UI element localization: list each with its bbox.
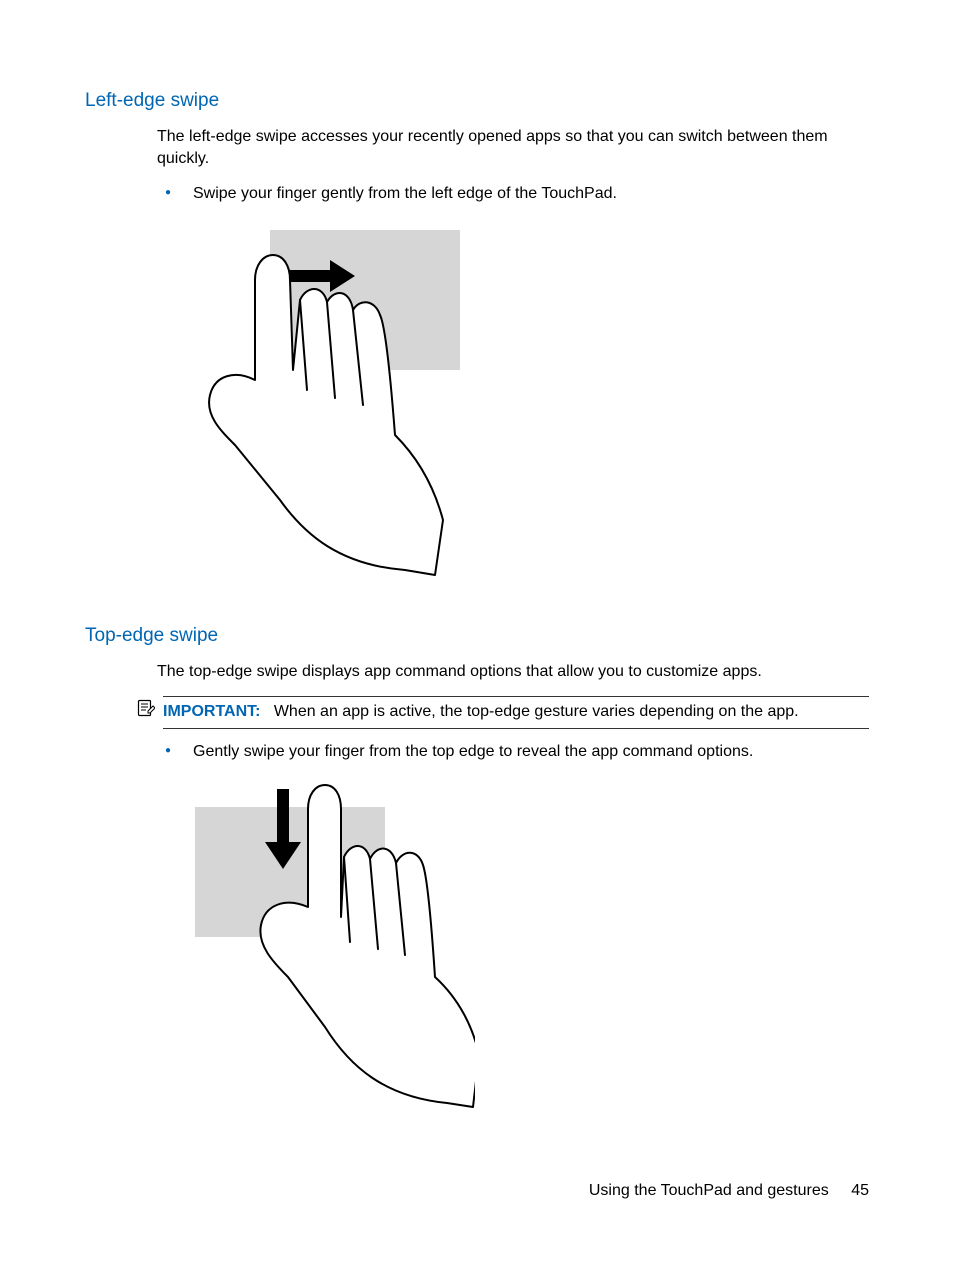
important-note: IMPORTANT: When an app is active, the to…	[137, 696, 869, 729]
bullet-list-left-edge: Swipe your finger gently from the left e…	[85, 183, 869, 205]
document-page: Left-edge swipe The left-edge swipe acce…	[0, 0, 954, 1222]
left-edge-swipe-illustration	[185, 220, 869, 585]
bullet-item: Swipe your finger gently from the left e…	[157, 183, 869, 205]
intro-text-left-edge: The left-edge swipe accesses your recent…	[85, 126, 869, 169]
page-footer: Using the TouchPad and gestures 45	[589, 1182, 869, 1200]
important-text: When an app is active, the top-edge gest…	[274, 703, 799, 720]
important-label: IMPORTANT:	[163, 703, 260, 720]
heading-top-edge-swipe: Top-edge swipe	[85, 625, 869, 647]
footer-page-number: 45	[851, 1182, 869, 1199]
footer-section-title: Using the TouchPad and gestures	[589, 1182, 829, 1199]
bullet-item: Gently swipe your finger from the top ed…	[157, 741, 869, 763]
bullet-list-top-edge: Gently swipe your finger from the top ed…	[85, 741, 869, 763]
note-icon	[137, 699, 155, 717]
important-note-content: IMPORTANT: When an app is active, the to…	[163, 696, 869, 729]
intro-text-top-edge: The top-edge swipe displays app command …	[85, 661, 869, 683]
top-edge-swipe-illustration	[185, 777, 869, 1122]
heading-left-edge-swipe: Left-edge swipe	[85, 90, 869, 112]
